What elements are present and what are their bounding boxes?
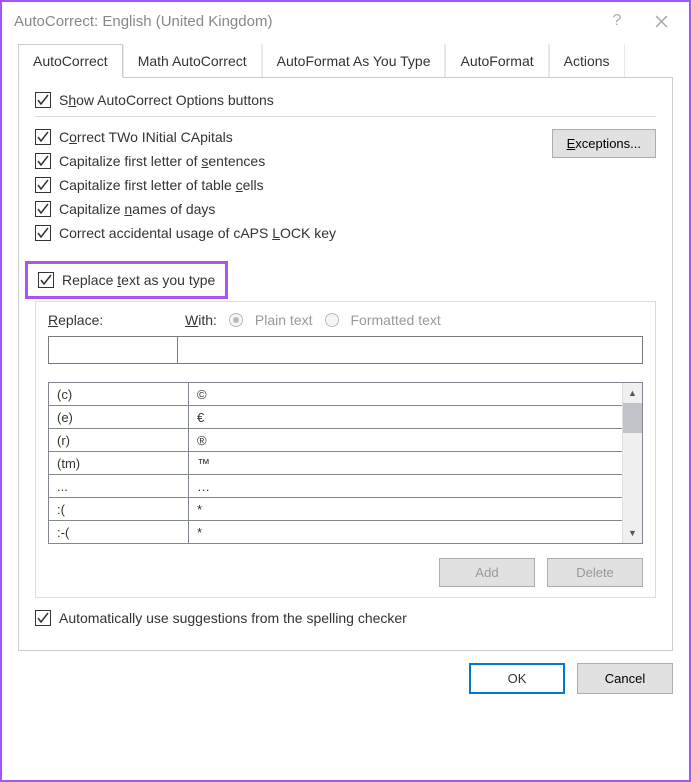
scrollbar[interactable]: ▲ ▼ xyxy=(622,383,642,543)
tab-panel: Show AutoCorrect Options buttons Correct… xyxy=(18,78,673,651)
table-row[interactable]: (tm)™ xyxy=(49,452,622,475)
replace-label: Replace: xyxy=(48,312,173,328)
label-table-cells: Capitalize first letter of table cells xyxy=(59,177,264,193)
highlighted-replace-option: Replace text as you type xyxy=(25,261,228,299)
replace-subpanel: Replace: With: Plain text Formatted text… xyxy=(35,301,656,598)
close-button[interactable] xyxy=(639,5,683,37)
exceptions-button[interactable]: Exceptions... xyxy=(552,129,656,158)
window-title: AutoCorrect: English (United Kingdom) xyxy=(14,13,595,30)
label-auto-suggestions: Automatically use suggestions from the s… xyxy=(59,610,407,626)
label-first-sentence: Capitalize first letter of sentences xyxy=(59,153,265,169)
checkbox-caps-lock[interactable] xyxy=(35,225,51,241)
delete-button[interactable]: Delete xyxy=(547,558,643,587)
replacements-table[interactable]: (c)© (e)€ (r)® (tm)™ ...… :(* :-(* ▲ ▼ xyxy=(48,382,643,544)
label-two-initial-caps: Correct TWo INitial CApitals xyxy=(59,129,233,145)
radio-formatted-text xyxy=(325,313,339,327)
radio-plain-text-label: Plain text xyxy=(255,312,313,328)
table-row[interactable]: :(* xyxy=(49,498,622,521)
table-row[interactable]: (e)€ xyxy=(49,406,622,429)
radio-formatted-text-label: Formatted text xyxy=(351,312,441,328)
with-input[interactable] xyxy=(178,336,643,364)
checkbox-table-cells[interactable] xyxy=(35,177,51,193)
checkbox-replace-text[interactable] xyxy=(38,272,54,288)
cancel-button[interactable]: Cancel xyxy=(577,663,673,694)
ok-button[interactable]: OK xyxy=(469,663,565,694)
scroll-down-icon[interactable]: ▼ xyxy=(623,523,642,543)
table-row[interactable]: (c)© xyxy=(49,383,622,406)
tab-math-autocorrect[interactable]: Math AutoCorrect xyxy=(123,44,262,77)
help-button[interactable]: ? xyxy=(595,5,639,37)
label-days: Capitalize names of days xyxy=(59,201,215,217)
table-row[interactable]: :-(* xyxy=(49,521,622,543)
replace-input[interactable] xyxy=(48,336,178,364)
tab-actions[interactable]: Actions xyxy=(549,44,625,77)
label-show-options: Show AutoCorrect Options buttons xyxy=(59,92,274,108)
tab-strip: AutoCorrect Math AutoCorrect AutoFormat … xyxy=(18,44,673,78)
scroll-up-icon[interactable]: ▲ xyxy=(623,383,642,403)
checkbox-first-sentence[interactable] xyxy=(35,153,51,169)
label-caps-lock: Correct accidental usage of cAPS LOCK ke… xyxy=(59,225,336,241)
tab-autoformat[interactable]: AutoFormat xyxy=(445,44,548,77)
checkbox-days[interactable] xyxy=(35,201,51,217)
scroll-track[interactable] xyxy=(623,433,642,523)
tab-autocorrect[interactable]: AutoCorrect xyxy=(18,44,123,78)
tab-autoformat-typing[interactable]: AutoFormat As You Type xyxy=(262,44,446,77)
add-button[interactable]: Add xyxy=(439,558,535,587)
radio-plain-text xyxy=(229,313,243,327)
table-row[interactable]: ...… xyxy=(49,475,622,498)
label-replace-text: Replace text as you type xyxy=(62,272,215,288)
titlebar: AutoCorrect: English (United Kingdom) ? xyxy=(2,2,689,40)
table-row[interactable]: (r)® xyxy=(49,429,622,452)
with-label: With: xyxy=(185,312,217,328)
scroll-thumb[interactable] xyxy=(623,403,642,433)
checkbox-auto-suggestions[interactable] xyxy=(35,610,51,626)
checkbox-two-initial-caps[interactable] xyxy=(35,129,51,145)
checkbox-show-options[interactable] xyxy=(35,92,51,108)
